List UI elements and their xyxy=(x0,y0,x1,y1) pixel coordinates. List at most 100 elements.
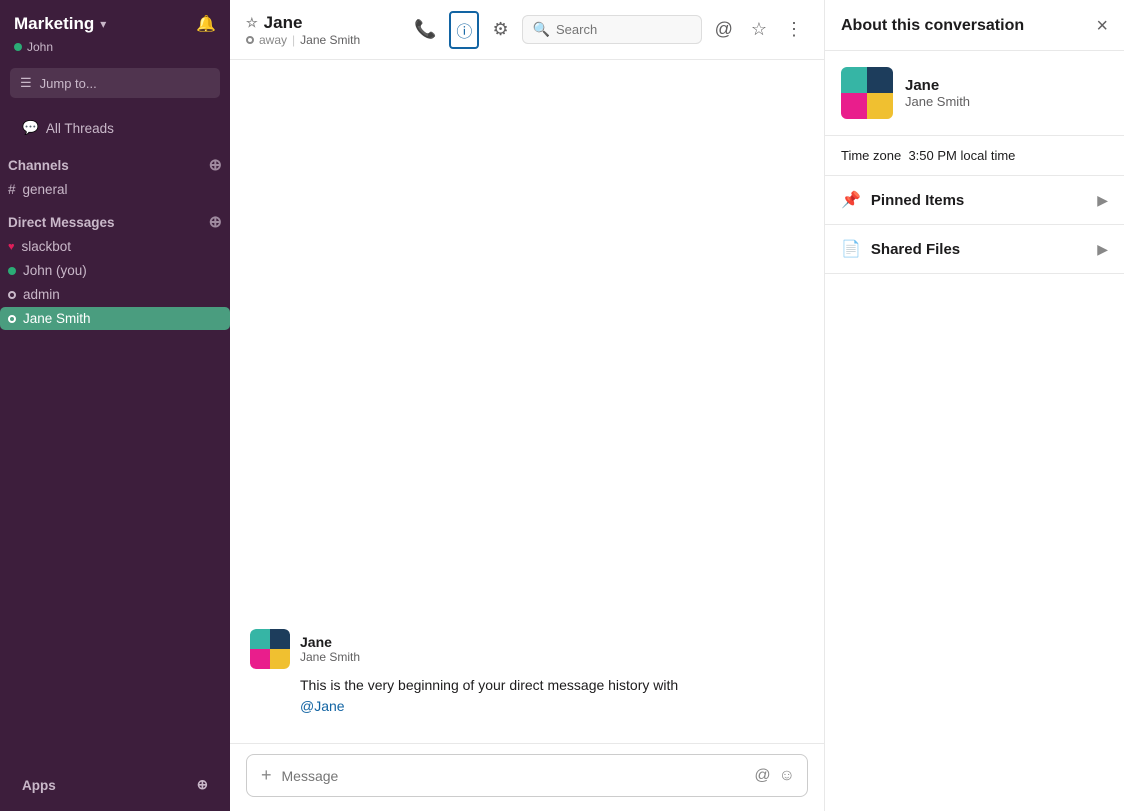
online-dot-john xyxy=(8,267,16,275)
timezone-label: Time zone xyxy=(841,148,901,163)
online-status-dot xyxy=(14,43,22,51)
message-text: This is the very beginning of your direc… xyxy=(250,675,804,717)
message-input[interactable] xyxy=(282,768,747,784)
star-icon[interactable]: ☆ xyxy=(246,15,258,31)
right-user-name: Jane xyxy=(905,77,970,94)
info-button[interactable]: ⓘ xyxy=(449,11,479,49)
chevron-down-icon: ▾ xyxy=(100,17,106,31)
right-panel-header: About this conversation × xyxy=(825,0,1124,51)
dm-john: John (you) xyxy=(23,263,87,278)
away-status-dot xyxy=(246,36,254,44)
sidebar-item-slackbot[interactable]: ♥ slackbot xyxy=(0,235,230,258)
sidebar-item-general[interactable]: # general xyxy=(0,178,230,201)
right-user-username: Jane Smith xyxy=(905,94,970,109)
add-channel-icon[interactable]: ⊕ xyxy=(209,155,222,175)
chat-header-sub: away | Jane Smith xyxy=(246,33,399,47)
ravatar-br xyxy=(867,93,893,119)
right-panel-title: About this conversation xyxy=(841,17,1024,35)
dm-slackbot: slackbot xyxy=(22,239,72,254)
message-sender-info: Jane Jane Smith xyxy=(300,634,360,664)
channels-header: Channels ⊕ xyxy=(0,145,230,178)
attach-button[interactable]: + xyxy=(259,763,274,788)
sidebar-header: Marketing ▾ 🔔 xyxy=(0,0,230,40)
chat-header-actions: 📞 ⓘ ⚙ 🔍 @ ☆ ⋮ xyxy=(409,11,808,49)
sidebar-item-john[interactable]: John (you) xyxy=(0,259,230,282)
shared-files-left: 📄 Shared Files xyxy=(841,239,960,259)
dm-label: Direct Messages xyxy=(8,215,115,230)
sidebar-bottom: Apps ⊕ xyxy=(0,763,230,811)
away-dot-admin xyxy=(8,291,16,299)
channels-section: Channels ⊕ # general xyxy=(0,145,230,202)
add-dm-icon[interactable]: ⊕ xyxy=(209,212,222,232)
chat-header: ☆ Jane away | Jane Smith 📞 ⓘ ⚙ 🔍 @ ☆ ⋮ xyxy=(230,0,824,60)
search-input[interactable] xyxy=(556,22,676,37)
current-user-status: John xyxy=(0,40,230,64)
sidebar-item-jane-smith[interactable]: Jane Smith xyxy=(0,307,230,330)
message-sender-name: Jane xyxy=(300,634,360,650)
workspace-selector[interactable]: Marketing ▾ xyxy=(14,14,106,34)
all-threads-label: All Threads xyxy=(46,121,114,136)
mention-button[interactable]: @ xyxy=(710,14,738,45)
dm-admin: admin xyxy=(23,287,60,302)
right-panel-timezone: Time zone 3:50 PM local time xyxy=(825,136,1124,176)
input-action-icons: @ ☺ xyxy=(754,767,795,785)
apps-label: Apps xyxy=(22,778,56,793)
status-label: away xyxy=(259,33,287,47)
sidebar-item-admin[interactable]: admin xyxy=(0,283,230,306)
chevron-right-files-icon: ▶ xyxy=(1097,241,1108,258)
chat-input-area: + @ ☺ xyxy=(230,743,824,811)
chat-body: Jane Jane Smith This is the very beginni… xyxy=(230,60,824,743)
message-start-indicator: Jane Jane Smith This is the very beginni… xyxy=(250,629,804,717)
all-threads-section: 💬 All Threads xyxy=(0,108,230,145)
emoji-icon[interactable]: ☺ xyxy=(779,767,795,785)
close-panel-button[interactable]: × xyxy=(1096,16,1108,36)
jump-to-button[interactable]: ☰ Jump to... xyxy=(10,68,220,98)
workspace-name: Marketing xyxy=(14,14,94,34)
jump-icon: ☰ xyxy=(20,75,32,91)
header-username: Jane Smith xyxy=(300,33,360,47)
current-user-name: John xyxy=(27,40,53,54)
right-user-info: Jane Jane Smith xyxy=(905,77,970,109)
ravatar-tl xyxy=(841,67,867,93)
shared-files-section[interactable]: 📄 Shared Files ▶ xyxy=(825,225,1124,274)
message-sender-username: Jane Smith xyxy=(300,650,360,664)
pin-icon: 📌 xyxy=(841,190,861,210)
apps-section-header: Apps ⊕ xyxy=(14,773,216,797)
avatar-tr xyxy=(270,629,290,649)
call-button[interactable]: 📞 xyxy=(409,14,441,45)
message-avatar xyxy=(250,629,290,669)
starred-button[interactable]: ☆ xyxy=(746,14,772,45)
at-icon[interactable]: @ xyxy=(754,767,770,785)
avatar-tl xyxy=(250,629,270,649)
away-dot-jane xyxy=(8,315,16,323)
main-chat: ☆ Jane away | Jane Smith 📞 ⓘ ⚙ 🔍 @ ☆ ⋮ xyxy=(230,0,824,811)
mention-link[interactable]: @Jane xyxy=(300,698,345,714)
direct-messages-section: Direct Messages ⊕ ♥ slackbot John (you) … xyxy=(0,202,230,331)
add-app-icon[interactable]: ⊕ xyxy=(197,777,208,793)
bell-icon[interactable]: 🔔 xyxy=(196,14,216,34)
right-panel-user: Jane Jane Smith xyxy=(825,51,1124,136)
sidebar-item-all-threads[interactable]: 💬 All Threads xyxy=(14,116,216,140)
message-body: This is the very beginning of your direc… xyxy=(300,677,678,693)
pinned-items-left: 📌 Pinned Items xyxy=(841,190,964,210)
chat-channel-name: ☆ Jane xyxy=(246,13,399,33)
channel-display-name: Jane xyxy=(264,13,303,33)
right-panel: About this conversation × Jane Jane Smit… xyxy=(824,0,1124,811)
file-icon: 📄 xyxy=(841,239,861,259)
more-options-button[interactable]: ⋮ xyxy=(780,14,808,45)
avatar-bl xyxy=(250,649,270,669)
pinned-items-label: Pinned Items xyxy=(871,192,964,209)
shared-files-label: Shared Files xyxy=(871,241,960,258)
ravatar-bl xyxy=(841,93,867,119)
ravatar-tr xyxy=(867,67,893,93)
hash-icon: # xyxy=(8,182,16,197)
settings-button[interactable]: ⚙ xyxy=(487,14,513,45)
search-bar[interactable]: 🔍 xyxy=(522,15,702,44)
dm-jane: Jane Smith xyxy=(23,311,91,326)
sidebar: Marketing ▾ 🔔 John ☰ Jump to... 💬 All Th… xyxy=(0,0,230,811)
heart-icon: ♥ xyxy=(8,241,15,253)
search-icon: 🔍 xyxy=(533,21,550,38)
pinned-items-section[interactable]: 📌 Pinned Items ▶ xyxy=(825,176,1124,225)
avatar-br xyxy=(270,649,290,669)
channel-name: general xyxy=(23,182,68,197)
